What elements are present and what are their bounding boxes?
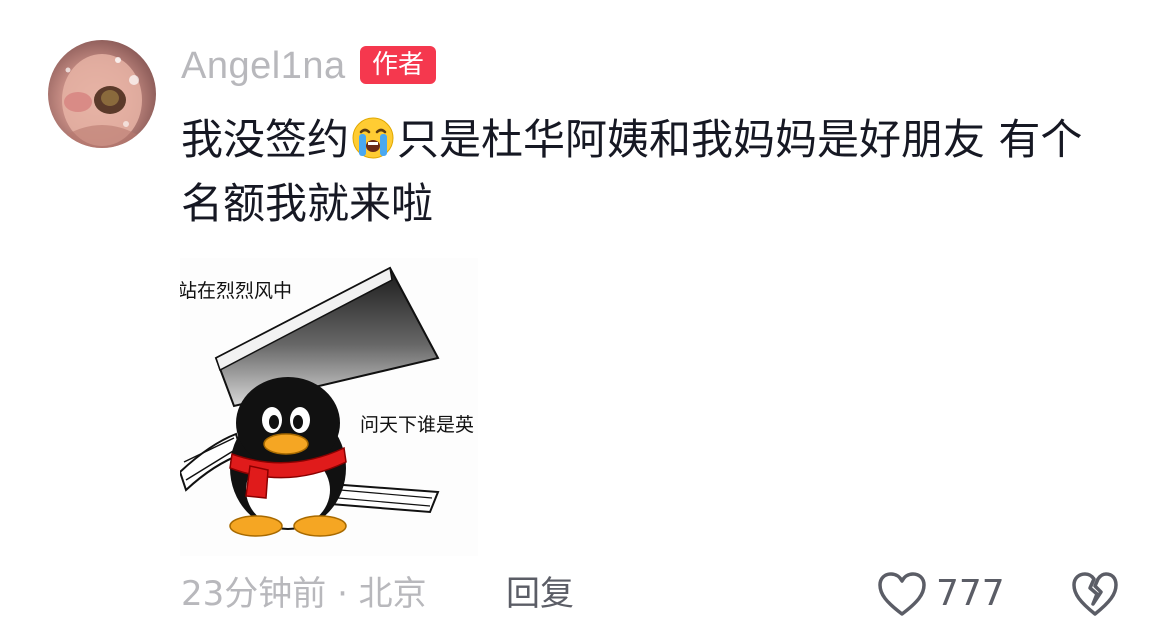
loudly-crying-face-emoji: [352, 117, 394, 159]
like-button[interactable]: 777: [876, 568, 1005, 620]
like-count: 777: [936, 573, 1005, 614]
heart-icon: [878, 572, 926, 616]
comment-text: 我没签约 只是杜华阿姨和我妈妈是好朋友 有个名额我就来啦: [181, 108, 1121, 236]
reply-button[interactable]: 回复: [506, 572, 574, 616]
comment-text-part1: 我没签约: [181, 115, 350, 164]
sticker-caption-right: 问天下谁是英: [360, 414, 475, 436]
sticker-caption-top: 站在烈烈风中: [180, 280, 293, 302]
avatar-image: [58, 54, 146, 148]
comment-meta: 23分钟前 · 北京: [181, 574, 427, 614]
penguin-with-cleaver-sticker[interactable]: 站在烈烈风中 问天下谁是英: [180, 258, 478, 556]
username[interactable]: Angel1na: [181, 44, 346, 88]
comment-item: Angel1na 作者 我没签约 只是杜华阿姨和我妈妈是好朋友 有个名额我就来啦: [0, 0, 1170, 632]
broken-heart-icon: [1072, 572, 1118, 616]
avatar[interactable]: [48, 40, 156, 148]
author-badge: 作者: [360, 46, 437, 84]
dislike-button[interactable]: [1070, 570, 1120, 618]
